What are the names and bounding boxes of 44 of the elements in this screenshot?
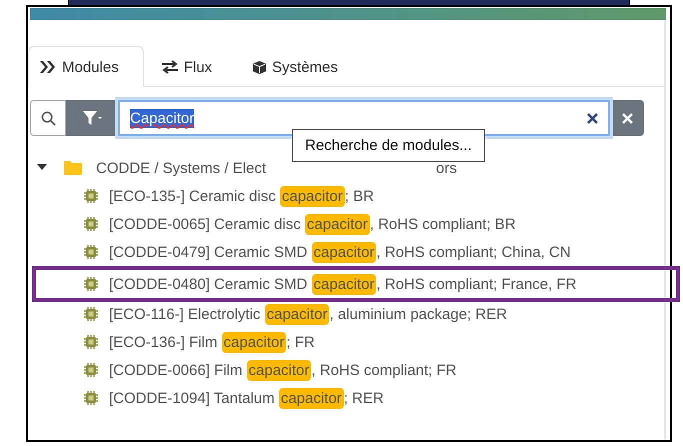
folder-icon: [64, 161, 82, 175]
module-label: [ECO-135-] Ceramic disc capacitor; BR: [109, 188, 374, 204]
filter-button[interactable]: [66, 100, 118, 136]
tab[interactable]: Systèmes: [241, 46, 361, 87]
module-label: [CODDE-0479] Ceramic SMD capacitor, RoHS compliant; China, CN: [109, 244, 571, 260]
tooltip: Recherche de modules...: [292, 129, 485, 162]
module-label: [CODDE-0480] Ceramic SMD capacitor, RoHS compliant; France, FR: [109, 276, 576, 292]
module-label: [CODDE-1094] Tantalum capacitor; RER: [109, 390, 384, 406]
close-icon: [622, 112, 632, 124]
folder-label[interactable]: ors: [436, 160, 457, 176]
chip-icon: [83, 216, 99, 232]
filter-icon: [82, 110, 102, 126]
tree-item[interactable]: [CODDE-0479] Ceramic SMD capacitor, RoHS compliant; China, CN: [28, 240, 683, 264]
tree-item[interactable]: [CODDE-1094] Tantalum capacitor; RER: [28, 386, 683, 410]
module-label: [ECO-136-] Film capacitor; FR: [109, 334, 315, 350]
tree-item[interactable]: [ECO-116-] Electrolytic capacitor, aluminium package; RER: [28, 302, 683, 326]
cube-icon: [252, 60, 268, 74]
search-text: Capacitor: [130, 108, 194, 128]
tab[interactable]: Modules: [28, 46, 144, 87]
chip-icon: [83, 244, 99, 260]
tab[interactable]: Flux: [150, 46, 236, 87]
close-button[interactable]: [610, 100, 644, 136]
close-icon: [587, 112, 598, 124]
module-label: [CODDE-0065] Ceramic disc capacitor, RoHS compliant; BR: [109, 216, 516, 232]
chip-icon: [83, 276, 99, 292]
tree-item[interactable]: [ECO-135-] Ceramic disc capacitor; BR: [28, 184, 683, 208]
search-icon: [40, 110, 56, 126]
folder-label[interactable]: CODDE / Systems / Elect: [96, 160, 266, 176]
chip-icon: [83, 306, 99, 322]
search-field[interactable]: Capacitor: [118, 100, 610, 136]
clear-button[interactable]: [587, 112, 598, 124]
chip-icon: [83, 390, 99, 406]
module-label: [ECO-116-] Electrolytic capacitor, aluminium package; RER: [109, 306, 508, 322]
arrows-icon: [160, 60, 179, 74]
chip-icon: [83, 188, 99, 204]
tree-item[interactable]: [CODDE-0065] Ceramic disc capacitor, RoHS compliant; BR: [28, 212, 683, 236]
tree-item[interactable]: [CODDE-0066] Film capacitor, RoHS compliant; FR: [28, 358, 683, 382]
tree-item[interactable]: [ECO-136-] Film capacitor; FR: [28, 330, 683, 354]
chip-icon: [83, 334, 99, 350]
framed-tree-item[interactable]: [CODDE-0480] Ceramic SMD capacitor, RoHS compliant; France, FR: [38, 272, 674, 296]
chip-icon: [83, 362, 99, 378]
search-button[interactable]: [30, 100, 66, 136]
modules-icon: [39, 60, 57, 74]
module-label: [CODDE-0066] Film capacitor, RoHS compliant; FR: [109, 362, 456, 378]
